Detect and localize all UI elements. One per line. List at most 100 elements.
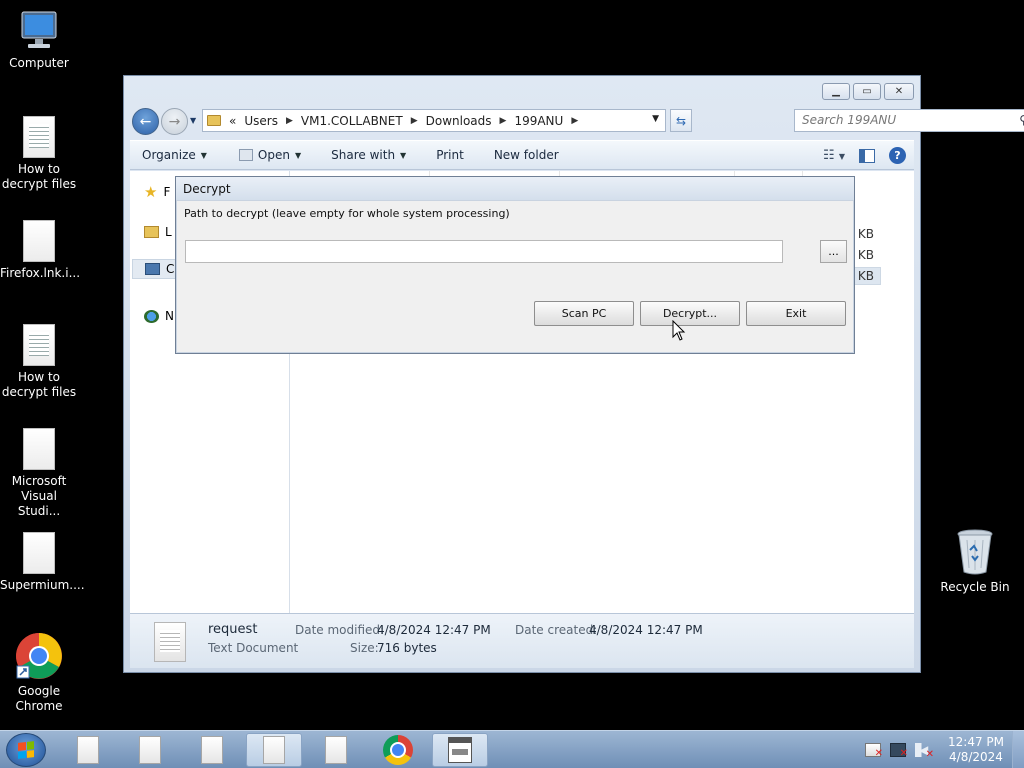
taskbar-item-document[interactable] [308,733,364,767]
chevron-down-icon[interactable]: ▼ [652,114,659,124]
details-date-created-label: Date created: [515,623,598,637]
desktop-icon-how-to-decrypt-1[interactable]: How to decrypt files [0,116,78,192]
details-file-name: request [208,622,258,637]
volume-icon[interactable]: ◀ ✕ [915,743,934,760]
chevron-right-icon[interactable]: ▶ [411,116,418,126]
arrow-right-icon: → [168,113,181,130]
breadcrumb-downloads[interactable]: Downloads [426,114,492,128]
taskbar: ✕ ✕ ◀ ✕ 12:47 PM 4/8/2024 [0,730,1024,768]
chevron-right-icon[interactable]: ▶ [286,116,293,126]
taskbar-item-document[interactable] [60,733,116,767]
desktop-icon-label: Recycle Bin [940,580,1010,594]
details-date-modified-label: Date modified: [295,623,385,637]
chevron-down-icon: ▼ [400,150,407,160]
close-button[interactable]: ✕ [884,83,914,100]
desktop-icon-label: How to decrypt files [1,162,77,191]
share-with-button[interactable]: Share with ▼ [313,148,418,162]
details-size-label: Size: [350,641,379,655]
action-center-flag-icon[interactable]: ✕ [865,743,883,759]
desktop-icon-computer[interactable]: Computer [0,10,78,71]
maximize-button[interactable]: ▭ [853,83,881,100]
details-pane: request Text Document Date modified: 4/8… [130,613,914,668]
library-icon [144,226,159,238]
path-label: Path to decrypt (leave empty for whole s… [184,207,510,220]
print-button[interactable]: Print [418,148,476,162]
desktop-icon-label: How to decrypt files [1,370,77,399]
details-file-type: Text Document [208,641,299,655]
nav-item-network[interactable]: N [144,309,174,323]
nav-item-label: C [166,262,175,276]
explorer-window: ▁ ▭ ✕ ← → ▼ « Users ▶ VM1.COLLABNET ▶ Do… [123,75,1024,673]
open-with-icon [238,149,253,161]
path-input[interactable] [185,240,783,263]
desktop-icon-google-chrome[interactable]: Google Chrome [0,632,78,714]
back-button[interactable]: ← [132,108,159,135]
command-bar: Organize ▼ Open ▼ Share with ▼ Print New fo… [130,140,914,170]
file-icon [263,736,285,764]
taskbar-item-document[interactable] [122,733,178,767]
breadcrumb-199anu[interactable]: 199ANU [514,114,563,128]
breadcrumb-vm1-collabnet[interactable]: VM1.COLLABNET [301,114,403,128]
desktop-icon-how-to-decrypt-2[interactable]: How to decrypt files [0,324,78,400]
breadcrumb-users[interactable]: Users [244,114,278,128]
minimize-button[interactable]: ▁ [822,83,850,100]
start-button[interactable] [6,733,46,767]
refresh-button[interactable]: ⇆ [670,109,692,132]
search-input[interactable]: Search 199ANU ⚲ [794,109,1024,132]
chrome-icon [16,633,62,679]
file-icon [23,220,55,262]
nav-item-favorites[interactable]: ★ F [144,183,170,201]
taskbar-item-document[interactable] [184,733,240,767]
chevron-right-icon[interactable]: ▶ [500,116,507,126]
taskbar-item-decrypt-app[interactable] [432,733,488,767]
exit-button[interactable]: Exit [746,301,846,326]
file-icon [139,736,161,764]
text-document-icon [23,116,55,158]
arrow-left-icon: ← [139,113,152,130]
desktop-icon-visual-studio[interactable]: Microsoft Visual Studi... [0,428,78,519]
windows-logo-icon [18,741,34,759]
forward-button[interactable]: → [161,108,188,135]
file-icon [201,736,223,764]
nav-item-label: F [163,185,171,199]
new-folder-button[interactable]: New folder [476,148,571,162]
desktop-icon-firefox-lnk[interactable]: Firefox.lnk.i... [0,220,80,281]
desktop-icon-recycle-bin[interactable]: Recycle Bin [936,528,1014,595]
chevron-right-icon[interactable]: ▶ [571,116,578,126]
desktop-icon-supermium[interactable]: Supermium.... [0,532,85,593]
file-size-cell: KB [857,227,874,241]
nav-item-libraries[interactable]: L [144,225,172,239]
decrypt-button[interactable]: Decrypt... [640,301,740,326]
share-with-label: Share with [331,148,396,162]
recent-pages-dropdown[interactable]: ▼ [190,116,196,125]
chrome-icon [383,735,413,765]
change-view-icon[interactable]: ☷ ▼ [823,148,845,163]
clock-time: 12:47 PM [948,735,1004,749]
browse-button[interactable]: ... [820,240,847,263]
file-size-cell: KB [857,248,874,262]
search-icon[interactable]: ⚲ [1019,113,1024,127]
help-icon[interactable]: ? [889,147,906,164]
mouse-cursor-icon [672,320,686,341]
show-desktop-button[interactable] [1012,731,1024,768]
address-bar[interactable]: « Users ▶ VM1.COLLABNET ▶ Downloads ▶ 19… [202,109,666,132]
file-size-cell-selected[interactable]: KB [850,267,881,285]
details-size: 716 bytes [377,641,437,655]
text-document-icon [154,622,186,662]
open-button[interactable]: Open ▼ [219,148,313,162]
organize-button[interactable]: Organize ▼ [130,148,219,162]
taskbar-item-explorer[interactable] [246,733,302,767]
scan-pc-button[interactable]: Scan PC [534,301,634,326]
file-icon [23,532,55,574]
preview-pane-icon[interactable] [859,148,875,163]
taskbar-item-chrome[interactable] [370,733,426,767]
refresh-icon: ⇆ [675,113,687,128]
file-icon [77,736,99,764]
breadcrumb-overflow[interactable]: « [229,114,236,128]
system-clock[interactable]: 12:47 PM 4/8/2024 [940,735,1012,765]
window-controls: ▁ ▭ ✕ [822,83,914,100]
network-icon[interactable]: ✕ [890,743,908,759]
desktop-icon-label: Google Chrome [15,684,63,713]
recycle-bin-icon [957,529,993,575]
computer-icon [21,11,57,48]
